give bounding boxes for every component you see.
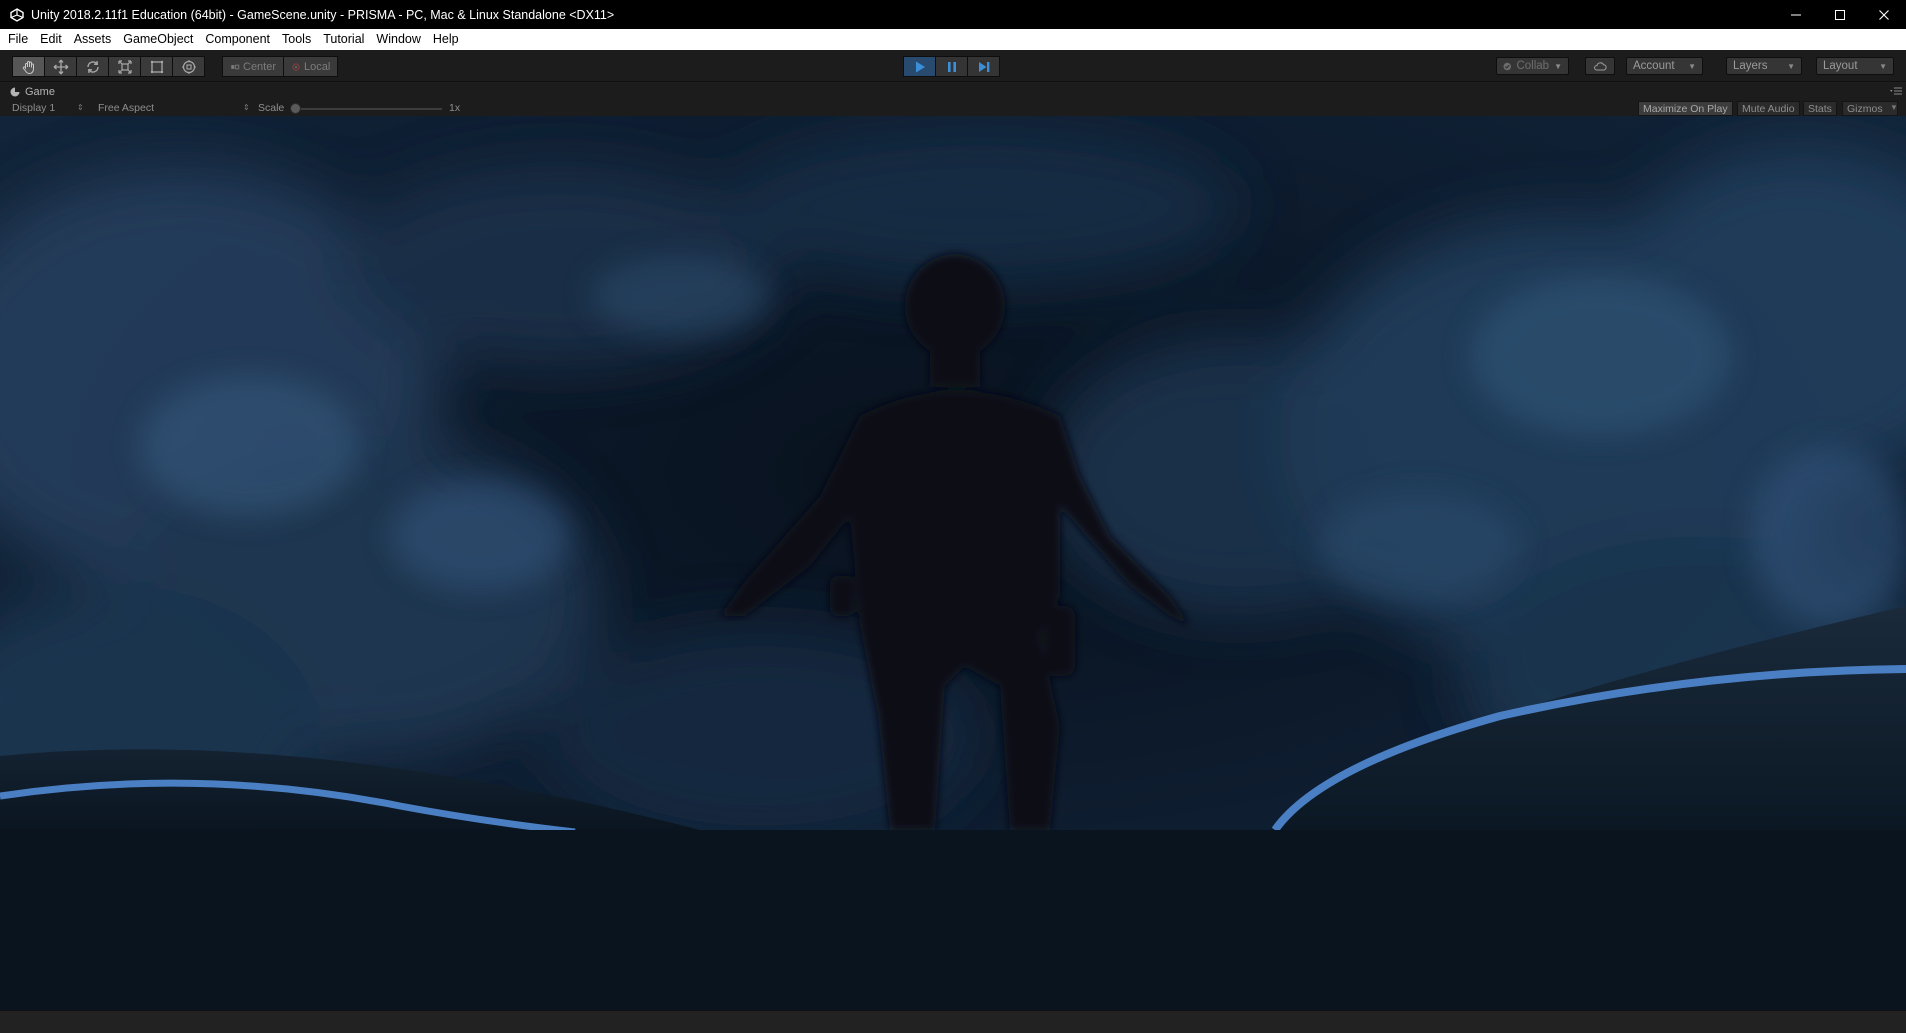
collab-label: Collab — [1516, 60, 1550, 72]
minimize-icon — [1791, 14, 1801, 15]
layers-dropdown[interactable]: Layers ▼ — [1726, 57, 1802, 75]
scale-value: 1x — [449, 102, 461, 114]
window-titlebar: Unity 2018.2.11f1 Education (64bit) - Ga… — [0, 0, 1906, 29]
aspect-dropdown[interactable]: Free Aspect — [98, 100, 154, 116]
rect-icon — [150, 60, 163, 73]
chevron-down-icon: ▼ — [1890, 103, 1898, 112]
pause-button[interactable] — [935, 56, 968, 77]
tab-game[interactable]: Game — [25, 86, 55, 98]
rotate-tool-button[interactable] — [76, 56, 109, 77]
pause-icon — [947, 61, 956, 72]
menu-file[interactable]: File — [0, 29, 34, 50]
menu-window[interactable]: Window — [370, 29, 426, 50]
transform-icon — [181, 59, 196, 74]
account-label: Account — [1633, 60, 1675, 72]
move-icon — [53, 59, 68, 74]
stats-toggle[interactable]: Stats — [1803, 101, 1837, 116]
display-dropdown[interactable]: Display 1 — [12, 100, 55, 116]
minimize-button[interactable] — [1774, 0, 1818, 29]
scale-tool-button[interactable] — [108, 56, 141, 77]
collab-dropdown[interactable]: Collab ▼ — [1496, 57, 1569, 75]
menu-bar: File Edit Assets GameObject Component To… — [0, 29, 1906, 50]
pivot-center-label: Center — [243, 60, 277, 73]
pivot-local-button[interactable]: Local — [283, 56, 339, 77]
scene-floor — [0, 830, 1906, 1010]
maximize-button[interactable] — [1818, 0, 1862, 29]
menu-edit[interactable]: Edit — [34, 29, 68, 50]
pivot-local-label: Local — [304, 60, 331, 73]
hand-tool-button[interactable] — [12, 56, 45, 77]
menu-help[interactable]: Help — [427, 29, 465, 50]
game-controller-icon — [10, 87, 20, 97]
step-icon — [978, 61, 989, 72]
scale-icon — [117, 59, 132, 74]
menu-tutorial[interactable]: Tutorial — [317, 29, 370, 50]
pivot-center-button[interactable]: Center — [222, 56, 285, 77]
panel-menu-icon[interactable] — [1890, 86, 1902, 96]
transform-tool-button[interactable] — [172, 56, 205, 77]
status-bar — [0, 1010, 1906, 1033]
maximize-on-play-toggle[interactable]: Maximize On Play — [1638, 101, 1733, 116]
rect-tool-button[interactable] — [140, 56, 173, 77]
play-icon — [915, 61, 925, 72]
game-viewport[interactable] — [0, 116, 1906, 1010]
chevron-updown-icon: ⇕ — [243, 103, 250, 112]
menu-gameobject[interactable]: GameObject — [117, 29, 199, 50]
move-tool-button[interactable] — [44, 56, 77, 77]
cloud-icon — [1594, 61, 1607, 71]
chevron-down-icon: ▼ — [1879, 61, 1887, 71]
cloud-button[interactable] — [1585, 57, 1615, 75]
pivot-icon — [231, 64, 240, 69]
layout-dropdown[interactable]: Layout ▼ — [1816, 57, 1894, 75]
chevron-down-icon: ▼ — [1554, 61, 1562, 71]
local-space-icon — [292, 62, 300, 71]
menu-tools[interactable]: Tools — [276, 29, 317, 50]
layout-label: Layout — [1823, 60, 1858, 72]
unity-logo-icon — [10, 7, 24, 22]
game-render — [0, 116, 1906, 1010]
main-toolbar: Center Local Collab ▼ Account ▼ Layers ▼… — [0, 50, 1906, 82]
rotate-icon — [86, 60, 99, 73]
scale-slider-handle[interactable] — [290, 103, 301, 114]
close-button[interactable] — [1862, 0, 1906, 29]
play-button[interactable] — [903, 56, 936, 77]
pivot-controls: Center Local — [222, 56, 339, 77]
transform-tools — [12, 56, 205, 77]
hand-icon — [22, 60, 34, 74]
mute-audio-toggle[interactable]: Mute Audio — [1737, 101, 1800, 116]
menu-component[interactable]: Component — [199, 29, 276, 50]
maximize-icon — [1835, 9, 1845, 20]
step-button[interactable] — [967, 56, 1000, 77]
game-tab-header: Game — [0, 83, 1906, 100]
chevron-down-icon: ▼ — [1688, 61, 1696, 71]
menu-assets[interactable]: Assets — [68, 29, 118, 50]
scale-slider-track[interactable] — [292, 108, 442, 110]
close-icon — [1879, 9, 1889, 20]
checkmark-icon — [1503, 62, 1511, 70]
layers-label: Layers — [1733, 60, 1768, 72]
chevron-updown-icon: ⇕ — [77, 103, 84, 112]
window-title: Unity 2018.2.11f1 Education (64bit) - Ga… — [31, 7, 615, 22]
chevron-down-icon: ▼ — [1787, 61, 1795, 71]
scale-label: Scale — [258, 102, 285, 114]
account-dropdown[interactable]: Account ▼ — [1626, 57, 1703, 75]
game-view-controls: Display 1 ⇕ Free Aspect ⇕ Scale 1x Maxim… — [0, 100, 1906, 116]
playback-controls — [903, 56, 1000, 77]
